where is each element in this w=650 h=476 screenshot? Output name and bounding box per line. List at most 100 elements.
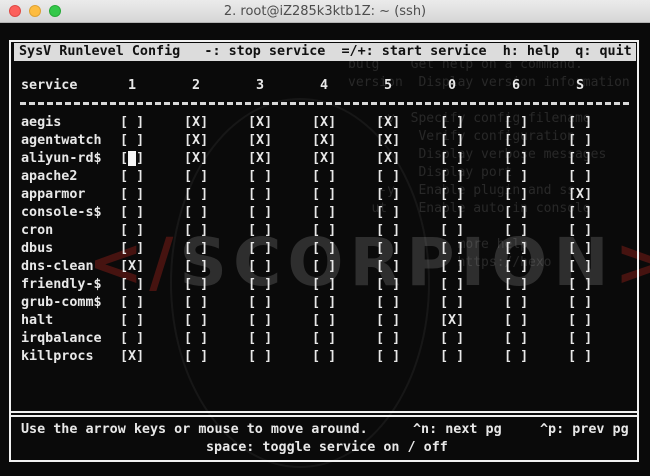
runlevel-toggle-S[interactable]: [X] (568, 186, 592, 204)
runlevel-toggle-5[interactable]: [X] (376, 150, 400, 168)
runlevel-toggle-0[interactable]: [ ] (440, 240, 464, 258)
runlevel-toggle-4[interactable]: [ ] (312, 348, 336, 366)
runlevel-toggle-2[interactable]: [ ] (184, 168, 208, 186)
runlevel-toggle-5[interactable]: [ ] (376, 240, 400, 258)
runlevel-toggle-6[interactable]: [ ] (504, 276, 528, 294)
runlevel-toggle-6[interactable]: [ ] (504, 240, 528, 258)
runlevel-toggle-3[interactable]: [ ] (248, 240, 272, 258)
runlevel-toggle-2[interactable]: [ ] (184, 312, 208, 330)
runlevel-toggle-6[interactable]: [ ] (504, 312, 528, 330)
runlevel-toggle-3[interactable]: [X] (248, 132, 272, 150)
runlevel-toggle-2[interactable]: [ ] (184, 276, 208, 294)
runlevel-toggle-2[interactable]: [ ] (184, 330, 208, 348)
runlevel-toggle-2[interactable]: [ ] (184, 204, 208, 222)
runlevel-toggle-6[interactable]: [ ] (504, 132, 528, 150)
runlevel-toggle-4[interactable]: [X] (312, 150, 336, 168)
runlevel-toggle-1[interactable]: [ ] (120, 150, 144, 168)
runlevel-toggle-S[interactable]: [ ] (568, 294, 592, 312)
runlevel-toggle-2[interactable]: [ ] (184, 348, 208, 366)
runlevel-toggle-6[interactable]: [ ] (504, 114, 528, 132)
runlevel-toggle-0[interactable]: [ ] (440, 258, 464, 276)
runlevel-toggle-3[interactable]: [ ] (248, 312, 272, 330)
runlevel-toggle-3[interactable]: [X] (248, 150, 272, 168)
runlevel-toggle-6[interactable]: [ ] (504, 348, 528, 366)
runlevel-toggle-6[interactable]: [ ] (504, 222, 528, 240)
runlevel-toggle-2[interactable]: [ ] (184, 258, 208, 276)
runlevel-toggle-2[interactable]: [X] (184, 150, 208, 168)
runlevel-toggle-5[interactable]: [ ] (376, 204, 400, 222)
runlevel-toggle-4[interactable]: [ ] (312, 240, 336, 258)
runlevel-toggle-1[interactable]: [ ] (120, 312, 144, 330)
runlevel-toggle-1[interactable]: [ ] (120, 204, 144, 222)
runlevel-toggle-1[interactable]: [ ] (120, 294, 144, 312)
runlevel-toggle-3[interactable]: [ ] (248, 348, 272, 366)
runlevel-toggle-S[interactable]: [ ] (568, 132, 592, 150)
runlevel-toggle-0[interactable]: [ ] (440, 276, 464, 294)
runlevel-toggle-4[interactable]: [ ] (312, 204, 336, 222)
runlevel-toggle-3[interactable]: [ ] (248, 186, 272, 204)
runlevel-toggle-S[interactable]: [ ] (568, 222, 592, 240)
runlevel-toggle-S[interactable]: [ ] (568, 312, 592, 330)
runlevel-toggle-6[interactable]: [ ] (504, 168, 528, 186)
runlevel-toggle-0[interactable]: [ ] (440, 348, 464, 366)
runlevel-toggle-3[interactable]: [ ] (248, 168, 272, 186)
runlevel-toggle-1[interactable]: [ ] (120, 330, 144, 348)
runlevel-toggle-2[interactable]: [ ] (184, 222, 208, 240)
runlevel-toggle-S[interactable]: [ ] (568, 330, 592, 348)
runlevel-toggle-1[interactable]: [ ] (120, 168, 144, 186)
runlevel-toggle-4[interactable]: [ ] (312, 186, 336, 204)
runlevel-toggle-0[interactable]: [ ] (440, 114, 464, 132)
runlevel-toggle-5[interactable]: [ ] (376, 222, 400, 240)
runlevel-toggle-5[interactable]: [ ] (376, 186, 400, 204)
runlevel-toggle-4[interactable]: [ ] (312, 222, 336, 240)
runlevel-toggle-0[interactable]: [ ] (440, 150, 464, 168)
runlevel-toggle-0[interactable]: [ ] (440, 294, 464, 312)
runlevel-toggle-S[interactable]: [ ] (568, 204, 592, 222)
runlevel-toggle-S[interactable]: [ ] (568, 240, 592, 258)
runlevel-toggle-1[interactable]: [ ] (120, 276, 144, 294)
runlevel-toggle-3[interactable]: [X] (248, 114, 272, 132)
runlevel-toggle-3[interactable]: [ ] (248, 222, 272, 240)
runlevel-toggle-1[interactable]: [ ] (120, 132, 144, 150)
runlevel-toggle-0[interactable]: [ ] (440, 132, 464, 150)
runlevel-toggle-0[interactable]: [ ] (440, 222, 464, 240)
terminal-content[interactable]: bulg Get help on a command. version Disp… (0, 23, 650, 476)
runlevel-toggle-6[interactable]: [ ] (504, 258, 528, 276)
runlevel-toggle-4[interactable]: [ ] (312, 312, 336, 330)
runlevel-toggle-1[interactable]: [X] (120, 348, 144, 366)
runlevel-toggle-2[interactable]: [X] (184, 132, 208, 150)
runlevel-toggle-4[interactable]: [X] (312, 114, 336, 132)
runlevel-toggle-4[interactable]: [ ] (312, 258, 336, 276)
runlevel-toggle-5[interactable]: [ ] (376, 330, 400, 348)
runlevel-toggle-2[interactable]: [ ] (184, 240, 208, 258)
runlevel-toggle-S[interactable]: [ ] (568, 168, 592, 186)
runlevel-toggle-3[interactable]: [ ] (248, 330, 272, 348)
runlevel-toggle-5[interactable]: [ ] (376, 312, 400, 330)
runlevel-toggle-4[interactable]: [ ] (312, 276, 336, 294)
runlevel-toggle-1[interactable]: [ ] (120, 186, 144, 204)
runlevel-toggle-0[interactable]: [ ] (440, 168, 464, 186)
runlevel-toggle-3[interactable]: [ ] (248, 294, 272, 312)
runlevel-toggle-S[interactable]: [ ] (568, 114, 592, 132)
runlevel-toggle-0[interactable]: [X] (440, 312, 464, 330)
runlevel-toggle-4[interactable]: [ ] (312, 168, 336, 186)
runlevel-toggle-5[interactable]: [X] (376, 132, 400, 150)
runlevel-toggle-5[interactable]: [X] (376, 114, 400, 132)
runlevel-toggle-1[interactable]: [ ] (120, 114, 144, 132)
runlevel-toggle-S[interactable]: [ ] (568, 258, 592, 276)
runlevel-toggle-5[interactable]: [ ] (376, 168, 400, 186)
runlevel-toggle-S[interactable]: [ ] (568, 150, 592, 168)
runlevel-toggle-6[interactable]: [ ] (504, 186, 528, 204)
runlevel-toggle-1[interactable]: [X] (120, 258, 144, 276)
title-bar[interactable]: 2. root@iZ285k3ktb1Z: ~ (ssh) (0, 0, 650, 23)
runlevel-toggle-5[interactable]: [ ] (376, 294, 400, 312)
runlevel-toggle-S[interactable]: [ ] (568, 348, 592, 366)
runlevel-toggle-3[interactable]: [ ] (248, 204, 272, 222)
runlevel-toggle-4[interactable]: [ ] (312, 330, 336, 348)
runlevel-toggle-2[interactable]: [ ] (184, 186, 208, 204)
runlevel-toggle-3[interactable]: [ ] (248, 258, 272, 276)
runlevel-toggle-0[interactable]: [ ] (440, 204, 464, 222)
runlevel-toggle-1[interactable]: [ ] (120, 240, 144, 258)
runlevel-toggle-S[interactable]: [ ] (568, 276, 592, 294)
runlevel-toggle-4[interactable]: [ ] (312, 294, 336, 312)
